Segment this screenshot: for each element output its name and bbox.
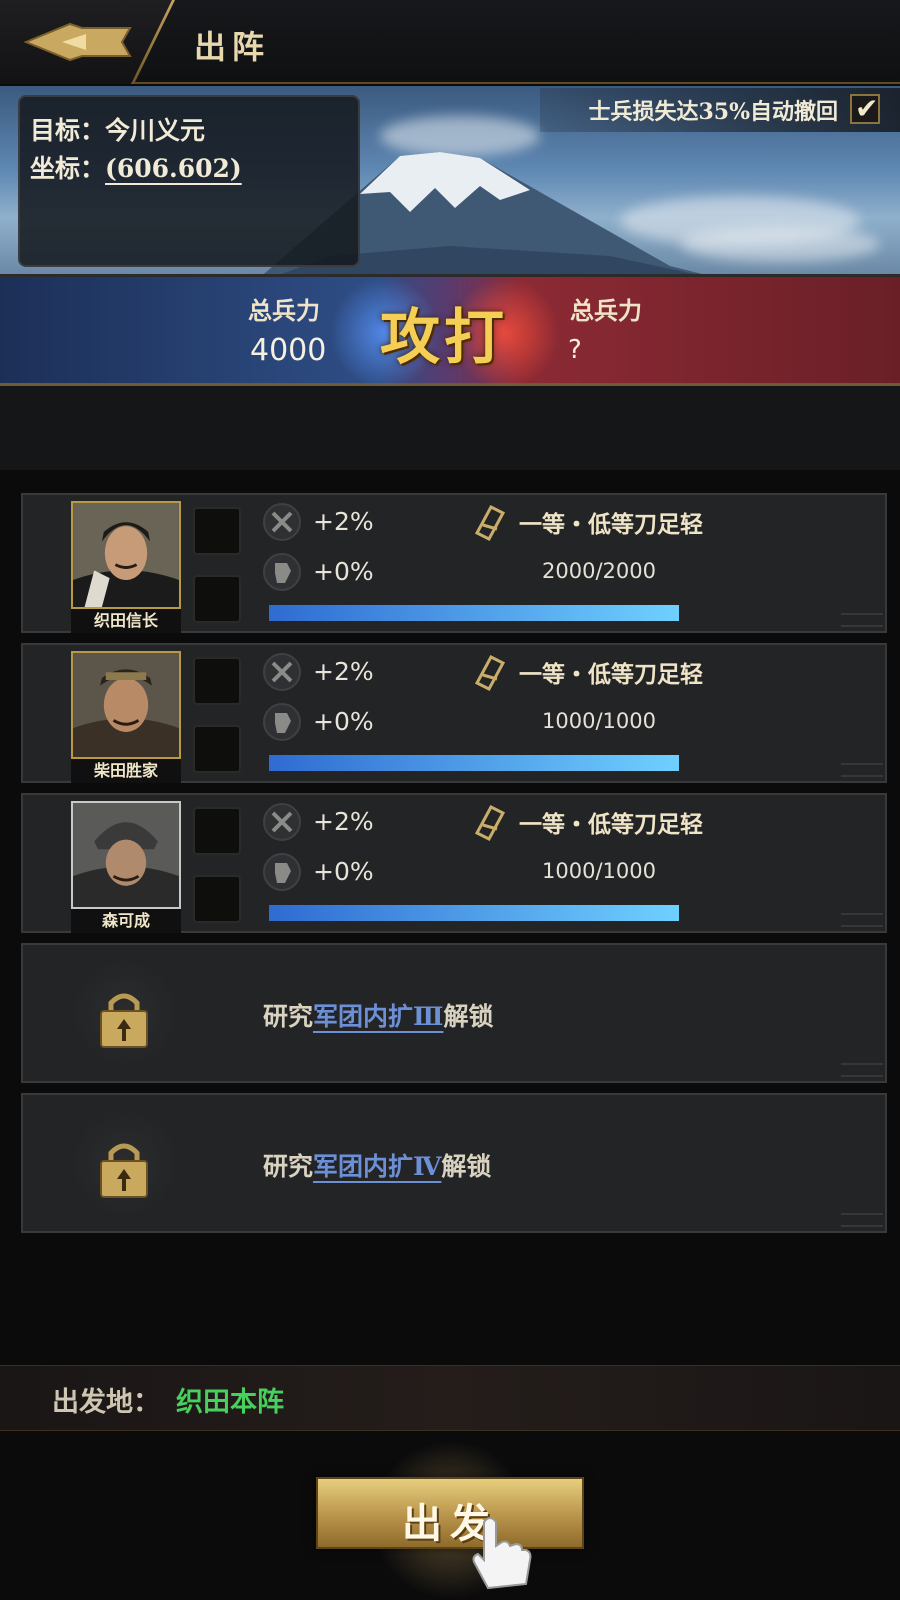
troop-bar-fill [269,755,679,771]
crossed-swords-icon [263,503,301,541]
auto-retreat-label: 士兵损失达35%自动撤回 [588,99,838,125]
research-link[interactable]: 军团内扩Ⅳ [313,1152,441,1181]
hero-portrait[interactable] [71,651,181,759]
auto-retreat-checkbox[interactable]: ✔ [850,92,880,125]
troop-bar [269,905,679,921]
equipment-slot[interactable] [193,575,241,623]
lock-icon [100,993,148,1048]
shield-icon [263,853,301,891]
target-label: 目标： [30,116,106,145]
troop-count: 1000/1000 [542,859,656,883]
defense-bonus: +0% [313,707,374,736]
hero-portrait[interactable] [71,801,181,909]
troop-bar [269,755,679,771]
target-name: 今川义元 [105,116,206,145]
crossed-swords-icon [263,803,301,841]
unlock-prefix: 研究 [263,1152,314,1181]
departure-location: 织田本阵 [176,1387,284,1418]
depart-button[interactable]: 出发 [316,1477,584,1549]
corner-decoration [841,763,883,777]
unlock-requirement: 研究军团内扩Ⅲ解锁 [263,997,493,1033]
corner-decoration [841,613,883,627]
troop-icon [474,505,506,541]
hero-portrait-image [73,803,179,907]
coord-link[interactable]: (606.602) [105,154,242,183]
hero-row[interactable]: 织田信长 +2% +0% 一等・低等刀足轻 2000/2000 [21,493,887,633]
back-arrow-icon [23,22,132,62]
unlock-requirement: 研究军团内扩Ⅳ解锁 [263,1147,491,1183]
equipment-slot[interactable] [193,807,241,855]
troop-count: 2000/2000 [542,559,656,583]
hero-portrait-image [73,503,179,607]
attack-bonus: +2% [313,807,374,836]
defense-bonus: +0% [313,557,374,586]
lock-icon [100,1143,148,1198]
shield-icon [263,553,301,591]
shield-icon [263,703,301,741]
troop-type: 一等・低等刀足轻 [519,811,703,838]
equipment-slot[interactable] [193,875,241,923]
unlock-suffix: 解锁 [441,1152,492,1181]
troop-icon [474,655,506,691]
attack-bonus: +2% [313,657,374,686]
enemy-force-label: 总兵力 [570,296,642,325]
tap-hand-icon [472,1517,532,1590]
attack-title: 攻打 [380,303,508,373]
coord-row: 坐标：(606.602) [30,149,242,185]
research-link[interactable]: 军团内扩Ⅲ [313,1002,443,1031]
troop-icon [474,805,506,841]
hero-portrait-image [73,653,179,757]
troop-type: 一等・低等刀足轻 [519,661,703,688]
crossed-swords-icon [263,653,301,691]
troop-type: 一等・低等刀足轻 [519,511,703,538]
checkmark-icon: ✔ [855,92,879,125]
troop-count: 1000/1000 [542,709,656,733]
corner-decoration [841,913,883,927]
troop-bar [269,605,679,621]
page-title: 出阵 [194,28,271,66]
target-row: 目标：今川义元 [30,111,205,147]
target-info-panel: 目标：今川义元 坐标：(606.602) [18,95,360,267]
hero-row[interactable]: 森可成 +2% +0% 一等・低等刀足轻 1000/1000 [21,793,887,933]
spacer-band [0,386,900,470]
equipment-slot[interactable] [193,725,241,773]
depart-button-label: 出发 [402,1500,498,1547]
locked-slot-row: 研究军团内扩Ⅲ解锁 [21,943,887,1083]
departure-label: 出发地： [52,1387,160,1418]
own-force-value: 4000 [250,333,327,368]
defense-bonus: +0% [313,857,374,886]
enemy-force-value: ? [568,335,582,365]
corner-decoration [841,1063,883,1077]
unlock-suffix: 解锁 [443,1002,494,1031]
hero-row[interactable]: 柴田胜家 +2% +0% 一等・低等刀足轻 1000/1000 [21,643,887,783]
back-button[interactable] [0,0,172,84]
troop-bar-fill [269,905,679,921]
top-header: 出阵 [0,0,900,84]
locked-slot-row: 研究军团内扩Ⅳ解锁 [21,1093,887,1233]
hero-name: 织田信长 [71,609,181,633]
troop-bar-fill [269,605,679,621]
equipment-slot[interactable] [193,657,241,705]
hero-name: 柴田胜家 [71,759,181,783]
corner-decoration [841,1213,883,1227]
hero-name: 森可成 [71,909,181,933]
departure-bar: 出发地： 织田本阵 [0,1365,900,1431]
hero-portrait[interactable] [71,501,181,609]
attack-bonus: +2% [313,507,374,536]
unlock-prefix: 研究 [263,1002,314,1031]
own-force-label: 总兵力 [248,296,320,325]
battle-strip: 总兵力 4000 攻打 总兵力 ? [0,274,900,389]
equipment-slot[interactable] [193,507,241,555]
coord-label: 坐标： [30,154,106,183]
